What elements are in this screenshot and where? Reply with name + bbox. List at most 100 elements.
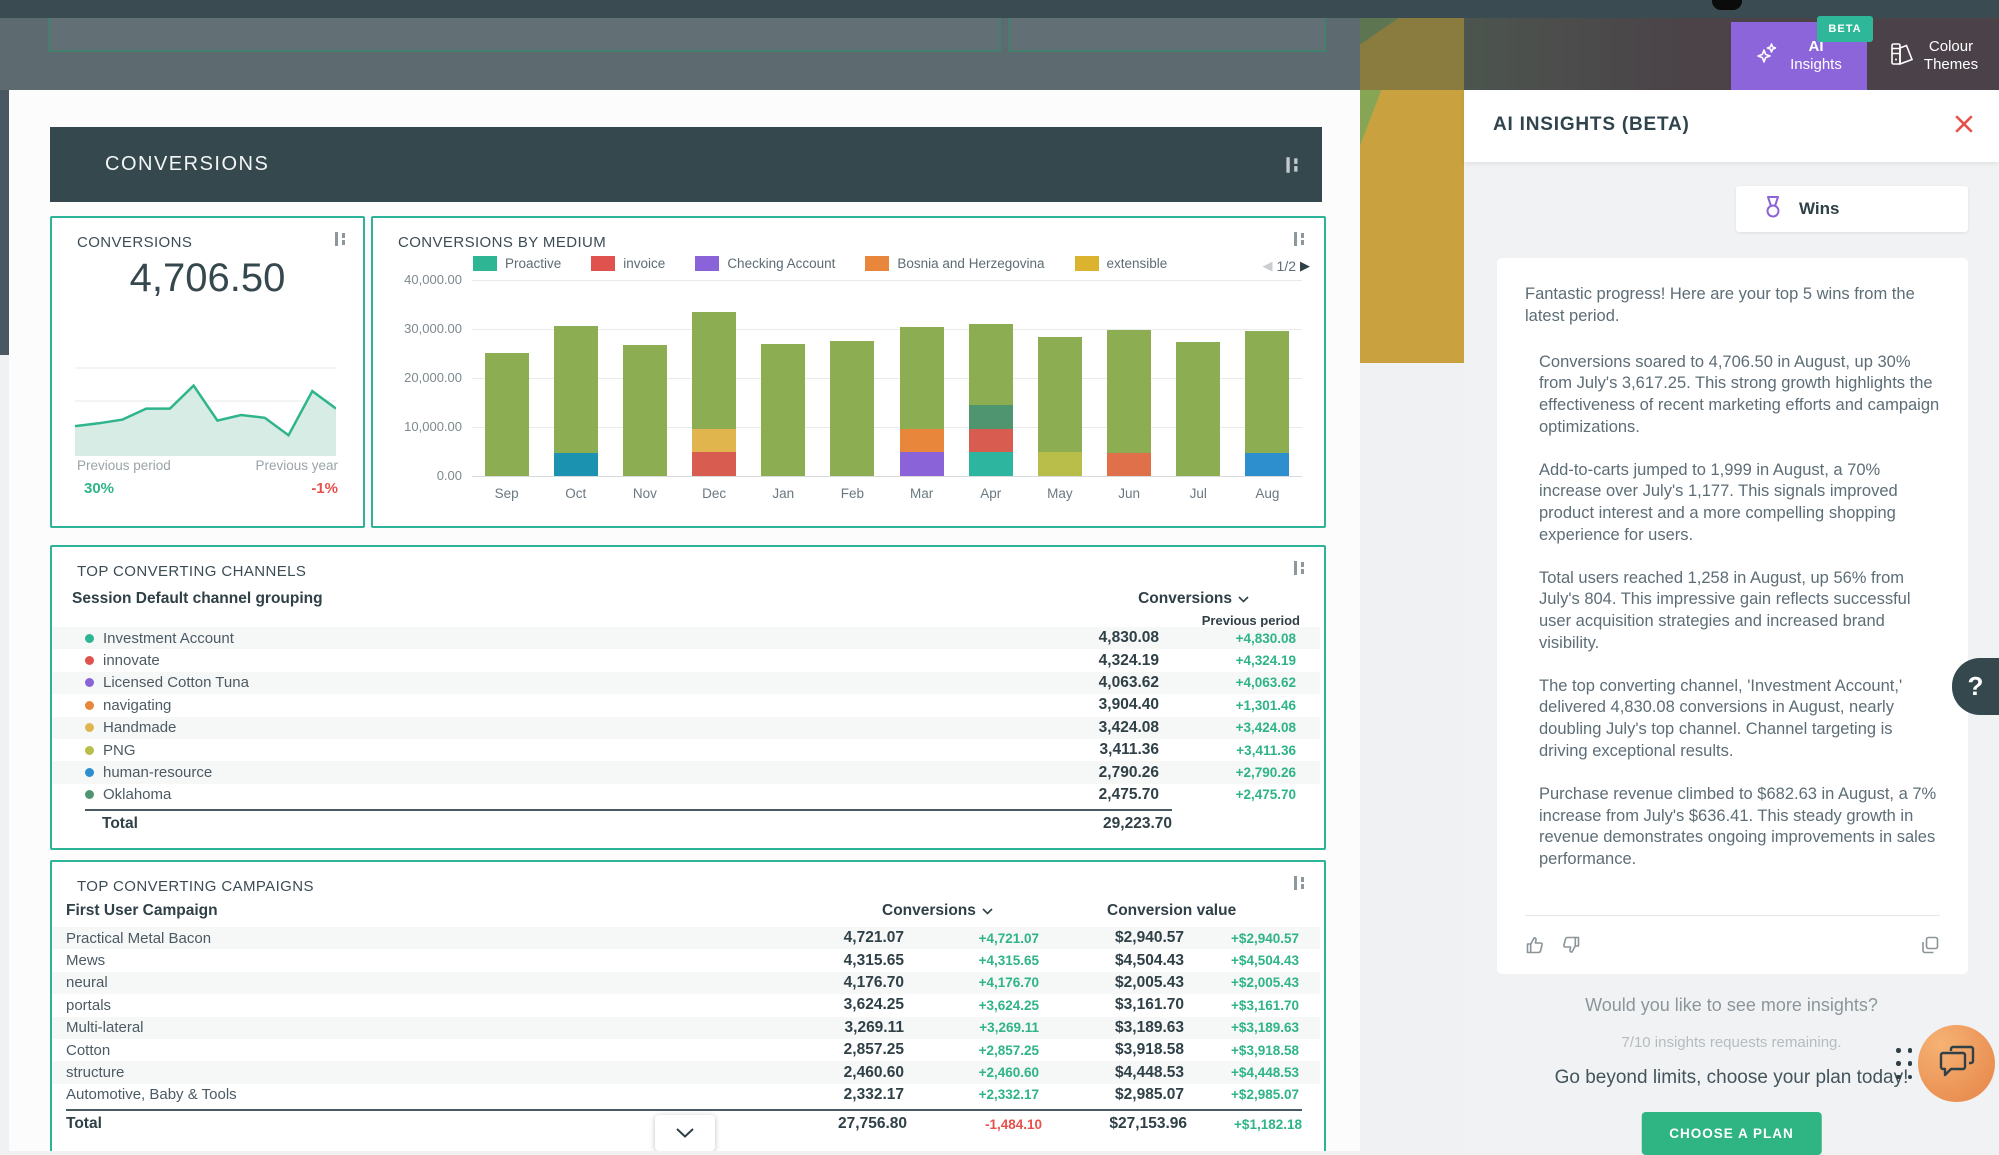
expand-table-button[interactable] (655, 1115, 715, 1151)
channel-color-dot (85, 701, 94, 710)
campaigns-sort-header[interactable]: Conversions (882, 902, 993, 920)
channels-card-title: TOP CONVERTING CHANNELS (77, 563, 306, 580)
legend-item[interactable]: invoice (591, 256, 665, 271)
campaign-value-prev: +$4,504.43 (1184, 953, 1299, 968)
chart-x-axis: SepOctNovDecJanFebMarAprMayJunJulAug (472, 486, 1302, 506)
colour-themes-label: ColourThemes (1924, 38, 1978, 74)
background-artwork (1360, 90, 1464, 363)
campaigns-card-title: TOP CONVERTING CAMPAIGNS (77, 878, 314, 895)
channel-previous-period: +1,301.46 (1159, 698, 1296, 713)
campaign-conversions-prev: +4,315.65 (904, 953, 1039, 968)
campaign-name: Automotive, Baby & Tools (66, 1086, 754, 1103)
ai-wins-list: Conversions soared to 4,706.50 in August… (1525, 352, 1940, 871)
channels-sort-header[interactable]: Conversions (1138, 590, 1249, 608)
channels-dimension-header: Session Default channel grouping (72, 590, 323, 608)
total-value: 29,223.70 (1103, 815, 1172, 833)
drag-handle[interactable] (1896, 1048, 1913, 1082)
bar-segment (969, 452, 1013, 476)
bar (900, 327, 944, 476)
ai-win-paragraph: Total users reached 1,258 in August, up … (1525, 568, 1940, 655)
total-label: Total (66, 1115, 757, 1133)
bar-segment (969, 429, 1013, 453)
requests-remaining-text: 7/10 insights requests remaining. (1464, 1034, 1999, 1051)
campaign-conversions-prev: +3,269.11 (904, 1020, 1039, 1035)
close-icon[interactable] (1951, 112, 1977, 138)
y-tick-label: 0.00 (382, 468, 462, 483)
legend-label: Proactive (505, 256, 561, 271)
legend-item[interactable]: extensible (1075, 256, 1168, 271)
bar-chart-icon[interactable] (1291, 230, 1308, 248)
bar-chart-icon[interactable] (1291, 559, 1308, 577)
legend-item[interactable]: Checking Account (695, 256, 835, 271)
chevron-down-icon (982, 902, 993, 920)
bar-segment (692, 452, 736, 477)
channel-color-dot (85, 656, 94, 665)
legend-item[interactable]: Proactive (473, 256, 561, 271)
chat-fab-button[interactable] (1918, 1025, 1995, 1102)
channel-color-dot (85, 634, 94, 643)
channel-name: Licensed Cotton Tuna (85, 674, 989, 691)
campaign-value: $2,005.43 (1039, 974, 1184, 992)
dimmed-card-outline (1008, 12, 1326, 52)
thumbs-up-icon[interactable] (1525, 935, 1545, 955)
dashboard-panel: CONVERSIONS CONVERSIONS 4,706.50 Previou… (9, 90, 1360, 1151)
table-row: Automotive, Baby & Tools2,332.17+2,332.1… (52, 1084, 1320, 1106)
dimmed-card-outline (48, 12, 1001, 52)
top-converting-channels-card: TOP CONVERTING CHANNELS Session Default … (50, 545, 1326, 850)
bar-chart-icon[interactable] (332, 230, 349, 248)
chart-plot-area (472, 280, 1302, 476)
total-conversions: 27,756.80 (757, 1115, 907, 1133)
campaign-value: $2,985.07 (1039, 1086, 1184, 1104)
bar-segment (554, 326, 598, 453)
channel-previous-period: +4,063.62 (1159, 675, 1296, 690)
x-tick-label: May (1025, 486, 1094, 501)
colour-themes-button[interactable]: ColourThemes (1867, 22, 1999, 90)
gridline (472, 280, 1302, 281)
pager-prev-icon[interactable]: ◀ (1263, 258, 1273, 274)
channel-conversions: 3,424.08 (989, 719, 1159, 737)
campaign-value: $3,161.70 (1039, 996, 1184, 1014)
campaigns-dimension-header: First User Campaign (66, 902, 218, 920)
help-button[interactable]: ? (1952, 658, 1999, 715)
x-tick-label: Feb (818, 486, 887, 501)
campaign-value: $4,448.53 (1039, 1064, 1184, 1082)
legend-label: Bosnia and Herzegovina (897, 256, 1044, 271)
ai-message-card: Fantastic progress! Here are your top 5 … (1497, 258, 1968, 974)
ai-message-intro: Fantastic progress! Here are your top 5 … (1525, 284, 1940, 328)
table-row: Multi-lateral3,269.11+3,269.11$3,189.63+… (52, 1017, 1320, 1039)
legend-pager: ◀ 1/2 ▶ (1263, 258, 1310, 274)
total-conversions-prev: -1,484.10 (907, 1117, 1042, 1132)
campaign-value-prev: +$2,005.43 (1184, 975, 1299, 990)
bar (554, 326, 598, 476)
y-tick-label: 20,000.00 (382, 370, 462, 385)
channel-previous-period: +4,324.19 (1159, 653, 1296, 668)
copy-icon[interactable] (1920, 935, 1940, 955)
bar-chart-icon[interactable] (1291, 874, 1308, 892)
campaign-conversions-prev: +4,721.07 (904, 931, 1039, 946)
table-row: portals3,624.25+3,624.25$3,161.70+$3,161… (52, 994, 1320, 1016)
channel-previous-period: +2,475.70 (1159, 787, 1296, 802)
legend-item[interactable]: Bosnia and Herzegovina (865, 256, 1044, 271)
pager-next-icon[interactable]: ▶ (1300, 258, 1310, 274)
ai-panel-header: AI INSIGHTS (BETA) (1464, 90, 1999, 162)
total-value-prev: +$1,182.18 (1187, 1117, 1302, 1132)
previous-period-label: Previous period (77, 458, 171, 473)
campaign-name: neural (66, 974, 754, 991)
campaign-conversions-prev: +2,460.60 (904, 1065, 1039, 1080)
bar-segment (900, 429, 944, 453)
channel-previous-period: +3,424.08 (1159, 720, 1296, 735)
bar-chart-icon[interactable] (1283, 155, 1300, 173)
campaign-value: $3,189.63 (1039, 1019, 1184, 1037)
sparkles-icon (1756, 41, 1780, 72)
choose-plan-button[interactable]: CHOOSE A PLAN (1641, 1112, 1822, 1155)
legend-label: Checking Account (727, 256, 835, 271)
wins-chip[interactable]: Wins (1736, 186, 1968, 232)
chart-legend: Proactive invoice Checking Account Bosnia a… (473, 256, 1167, 271)
bar-segment (761, 344, 805, 476)
top-converting-campaigns-card: TOP CONVERTING CAMPAIGNS First User Camp… (50, 860, 1326, 1151)
thumbs-down-icon[interactable] (1561, 935, 1581, 955)
gridline (472, 476, 1302, 477)
total-label: Total (85, 815, 138, 833)
section-header: CONVERSIONS (50, 127, 1322, 202)
ai-win-paragraph: Add-to-carts jumped to 1,999 in August, … (1525, 460, 1940, 547)
